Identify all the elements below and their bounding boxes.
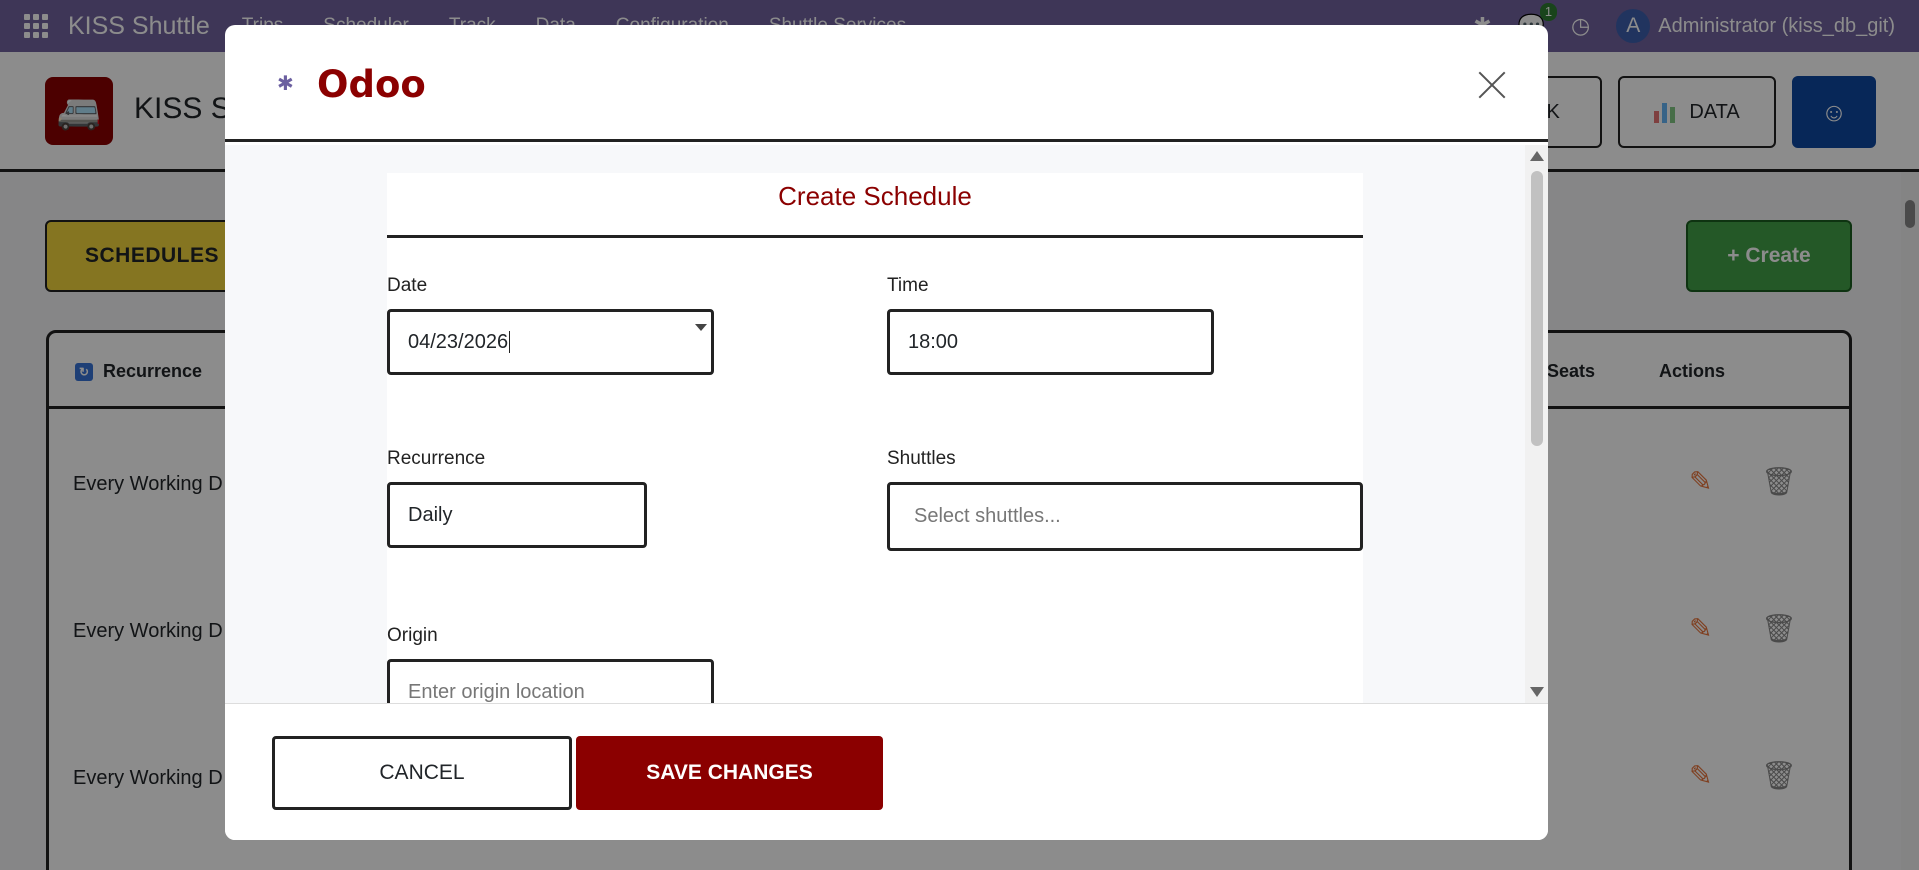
form-title: Create Schedule — [387, 173, 1363, 238]
time-value: 18:00 — [908, 330, 959, 353]
close-icon[interactable] — [1474, 67, 1510, 103]
shuttles-label: Shuttles — [887, 448, 956, 469]
origin-input[interactable]: Enter origin location — [387, 659, 714, 703]
date-value: 04/23/2026 — [408, 330, 509, 353]
recurrence-value: Daily — [408, 503, 453, 526]
dialog-title: Odoo — [317, 63, 426, 106]
time-label: Time — [887, 275, 929, 296]
create-schedule-dialog: ✱ Odoo Create Schedule Date 04/23/2026 T… — [225, 25, 1548, 840]
scroll-up-icon[interactable] — [1530, 151, 1544, 161]
time-field[interactable]: 18:00 — [887, 309, 1214, 375]
save-changes-button[interactable]: SAVE CHANGES — [576, 736, 883, 810]
dropdown-caret-icon[interactable] — [695, 324, 707, 331]
origin-label: Origin — [387, 625, 438, 646]
dialog-header: ✱ Odoo — [225, 25, 1548, 142]
dialog-body: Create Schedule Date 04/23/2026 Time 18:… — [225, 145, 1525, 703]
recurrence-select[interactable]: Daily — [387, 482, 647, 548]
text-cursor — [509, 331, 511, 353]
origin-placeholder: Enter origin location — [408, 680, 585, 703]
dialog-scrollbar[interactable] — [1525, 145, 1548, 703]
shuttles-placeholder: Select shuttles... — [914, 505, 1061, 527]
date-label: Date — [387, 275, 428, 296]
shuttles-select[interactable]: Select shuttles... — [887, 482, 1363, 551]
cancel-button[interactable]: CANCEL — [272, 736, 572, 810]
date-field[interactable]: 04/23/2026 — [387, 309, 714, 375]
bug-icon: ✱ — [277, 71, 294, 95]
schedule-form: Create Schedule Date 04/23/2026 Time 18:… — [387, 173, 1363, 703]
recurrence-label: Recurrence — [387, 448, 486, 469]
dialog-scrollbar-thumb[interactable] — [1531, 171, 1543, 446]
dialog-footer: CANCEL SAVE CHANGES — [225, 703, 1548, 840]
scroll-down-icon[interactable] — [1530, 687, 1544, 697]
